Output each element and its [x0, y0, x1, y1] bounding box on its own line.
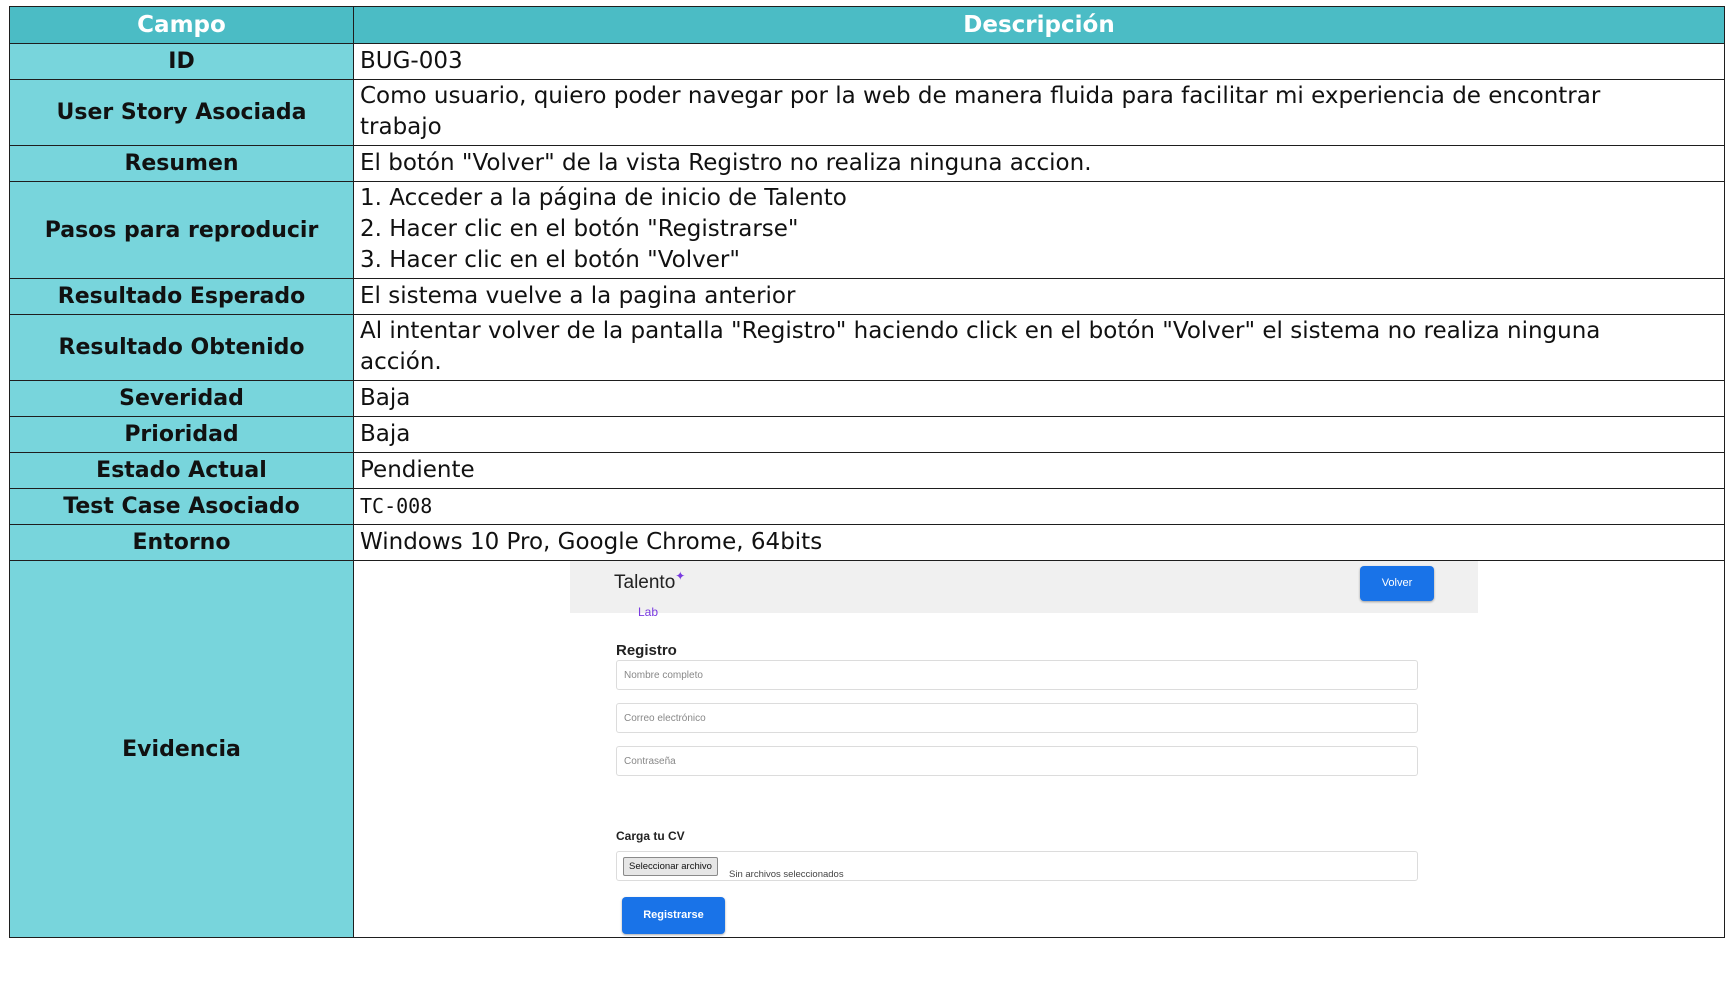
password-input[interactable]: Contraseña — [616, 746, 1418, 776]
table-row: Severidad Baja — [9, 380, 1725, 417]
sparkle-icon: ✦ — [675, 569, 686, 583]
row-key-entorno: Entorno — [9, 524, 354, 561]
evidence-navbar: Talento✦ Lab Volver — [570, 561, 1478, 619]
cv-label: Carga tu CV — [616, 829, 685, 843]
row-value-pasos: 1. Acceder a la página de inicio de Tale… — [353, 181, 1725, 279]
evidence-screenshot: Talento✦ Lab Volver Registro Nombre comp… — [570, 561, 1478, 937]
table-row: Resultado Obtenido Al intentar volver de… — [9, 314, 1725, 381]
text-line: Como usuario, quiero poder navegar por l… — [360, 83, 1601, 109]
full-name-input[interactable]: Nombre completo — [616, 660, 1418, 690]
row-key-prioridad: Prioridad — [9, 416, 354, 453]
row-value-prioridad: Baja — [353, 416, 1725, 453]
header-descripcion: Descripción — [353, 6, 1725, 44]
bug-report-table: Campo Descripción ID BUG-003 User Story … — [9, 6, 1725, 938]
text-line: Al intentar volver de la pantalla "Regis… — [360, 318, 1601, 344]
text-line: trabajo — [360, 114, 442, 140]
step-line: 1. Acceder a la página de inicio de Tale… — [360, 185, 847, 211]
header-campo: Campo — [9, 6, 354, 44]
volver-button[interactable]: Volver — [1360, 566, 1434, 601]
row-key-user-story: User Story Asociada — [9, 79, 354, 146]
row-value-esperado: El sistema vuelve a la pagina anterior — [353, 278, 1725, 315]
row-value-user-story: Como usuario, quiero poder navegar por l… — [353, 79, 1725, 146]
row-key-test-case: Test Case Asociado — [9, 488, 354, 525]
logo-subtext: Lab — [638, 605, 659, 619]
row-key-resumen: Resumen — [9, 145, 354, 182]
talento-logo: Talento✦ Lab — [614, 565, 685, 628]
table-row: Pasos para reproducir 1. Acceder a la pá… — [9, 181, 1725, 279]
file-status-text: Sin archivos seleccionados — [729, 869, 844, 880]
row-value-test-case: TC-008 — [353, 488, 1725, 525]
select-file-button[interactable]: Seleccionar archivo — [623, 857, 718, 876]
row-value-id: BUG-003 — [353, 43, 1725, 80]
table-row: Evidencia Talento✦ Lab Volver Registro N… — [9, 560, 1725, 938]
email-input[interactable]: Correo electrónico — [616, 703, 1418, 733]
table-row: User Story Asociada Como usuario, quiero… — [9, 79, 1725, 146]
step-line: 3. Hacer clic en el botón "Volver" — [360, 247, 740, 273]
row-key-evidencia: Evidencia — [9, 560, 354, 938]
table-header-row: Campo Descripción — [9, 6, 1725, 44]
table-row: Estado Actual Pendiente — [9, 452, 1725, 489]
row-key-esperado: Resultado Esperado — [9, 278, 354, 315]
registrarse-button[interactable]: Registrarse — [622, 897, 725, 934]
cv-file-input[interactable]: Seleccionar archivo Sin archivos selecci… — [616, 851, 1418, 881]
text-line: acción. — [360, 349, 442, 375]
logo-text: Talento — [614, 572, 676, 593]
row-key-estado: Estado Actual — [9, 452, 354, 489]
row-value-obtenido: Al intentar volver de la pantalla "Regis… — [353, 314, 1725, 381]
row-value-entorno: Windows 10 Pro, Google Chrome, 64bits — [353, 524, 1725, 561]
row-value-severidad: Baja — [353, 380, 1725, 417]
table-row: Test Case Asociado TC-008 — [9, 488, 1725, 525]
table-row: Resumen El botón "Volver" de la vista Re… — [9, 145, 1725, 182]
step-line: 2. Hacer clic en el botón "Registrarse" — [360, 216, 799, 242]
row-key-severidad: Severidad — [9, 380, 354, 417]
table-row: Prioridad Baja — [9, 416, 1725, 453]
row-key-obtenido: Resultado Obtenido — [9, 314, 354, 381]
row-value-evidencia: Talento✦ Lab Volver Registro Nombre comp… — [353, 560, 1725, 938]
table-row: ID BUG-003 — [9, 43, 1725, 80]
row-value-estado: Pendiente — [353, 452, 1725, 489]
row-value-resumen: El botón "Volver" de la vista Registro n… — [353, 145, 1725, 182]
table-row: Entorno Windows 10 Pro, Google Chrome, 6… — [9, 524, 1725, 561]
row-key-pasos: Pasos para reproducir — [9, 181, 354, 279]
row-key-id: ID — [9, 43, 354, 80]
table-row: Resultado Esperado El sistema vuelve a l… — [9, 278, 1725, 315]
